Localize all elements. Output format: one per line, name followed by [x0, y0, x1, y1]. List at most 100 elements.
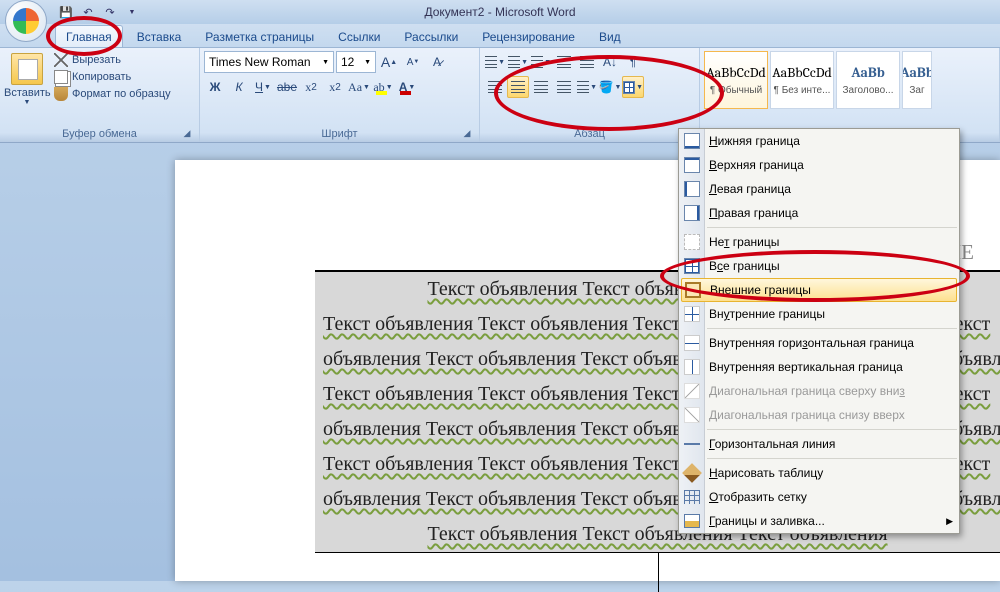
redo-icon[interactable]: ↷ — [102, 4, 118, 20]
tab-mailings[interactable]: Рассылки — [394, 26, 468, 47]
underline-button[interactable]: Ч▼ — [252, 76, 274, 98]
italic-button[interactable]: К — [228, 76, 250, 98]
line-spacing-icon — [577, 81, 589, 93]
hline-icon — [684, 443, 700, 445]
align-left-button[interactable] — [484, 76, 506, 98]
menu-horizontal-line[interactable]: Горизонтальная линия — [679, 432, 959, 456]
style-heading2[interactable]: AaBbЗаг — [902, 51, 932, 109]
menu-border-none[interactable]: Нет границы — [679, 230, 959, 254]
borders-button[interactable]: ▼ — [622, 76, 644, 98]
justify-icon — [557, 81, 571, 93]
subscript-button[interactable]: x2 — [300, 76, 322, 98]
undo-icon[interactable]: ↶ — [80, 4, 96, 20]
multilevel-icon — [531, 56, 543, 68]
menu-border-left[interactable]: Левая граница — [679, 177, 959, 201]
decrease-indent-button[interactable] — [553, 51, 575, 73]
align-right-icon — [534, 81, 548, 93]
menu-border-inside[interactable]: Внутренние границы — [679, 302, 959, 326]
office-logo-icon — [13, 8, 39, 34]
bullets-button[interactable]: ▼ — [484, 51, 506, 73]
cut-icon — [54, 53, 68, 67]
ribbon-tabs: Главная Вставка Разметка страницы Ссылки… — [0, 24, 1000, 48]
show-marks-button[interactable]: ¶ — [622, 51, 644, 73]
menu-border-all[interactable]: Все границы — [679, 254, 959, 278]
numbering-icon — [508, 56, 520, 68]
menu-view-gridlines[interactable]: Отобразить сетку — [679, 485, 959, 509]
pencil-icon — [682, 463, 702, 483]
style-no-spacing[interactable]: AaBbCcDd¶ Без инте... — [770, 51, 834, 109]
menu-separator — [707, 458, 957, 459]
border-outside-icon — [685, 282, 701, 298]
border-inside-v-icon — [684, 359, 700, 375]
group-paragraph: ▼ ▼ ▼ A↓ ¶ ▼ 🪣▼ ▼ Абзац◢ — [480, 48, 700, 142]
tab-review[interactable]: Рецензирование — [472, 26, 585, 47]
border-all-icon — [684, 258, 700, 274]
brush-icon — [54, 87, 68, 101]
qat-customize-icon[interactable]: ▼ — [124, 4, 140, 20]
strikethrough-button[interactable]: abe — [276, 76, 298, 98]
align-left-icon — [488, 81, 502, 93]
change-case-button[interactable]: Aa▼ — [348, 76, 370, 98]
menu-border-inside-h[interactable]: Внутренняя горизонтальная граница — [679, 331, 959, 355]
align-center-button[interactable] — [507, 76, 529, 98]
save-icon[interactable]: 💾 — [58, 4, 74, 20]
tab-insert[interactable]: Вставка — [127, 26, 192, 47]
increase-indent-button[interactable] — [576, 51, 598, 73]
highlight-button[interactable]: ab▼ — [372, 76, 394, 98]
group-label-font: Шрифт◢ — [204, 126, 475, 142]
group-label-clipboard: Буфер обмена◢ — [4, 126, 195, 142]
copy-icon — [54, 70, 68, 84]
border-diag-down-icon — [684, 383, 700, 399]
border-top-icon — [684, 157, 700, 173]
font-color-button[interactable]: A▼ — [396, 76, 418, 98]
grow-font-button[interactable]: A▲ — [378, 51, 400, 73]
submenu-arrow-icon: ▶ — [946, 516, 953, 527]
tab-view[interactable]: Вид — [589, 26, 631, 47]
font-name-combo[interactable]: Times New Roman▼ — [204, 51, 334, 73]
sort-button[interactable]: A↓ — [599, 51, 621, 73]
clear-formatting-button[interactable]: A̷ — [426, 51, 448, 73]
cut-button[interactable]: Вырезать — [54, 53, 171, 67]
justify-button[interactable] — [553, 76, 575, 98]
line-spacing-button[interactable]: ▼ — [576, 76, 598, 98]
indent-icon — [580, 56, 594, 68]
borders-shading-icon — [684, 514, 700, 528]
font-dialog-launcher[interactable]: ◢ — [461, 128, 473, 140]
office-button[interactable] — [5, 0, 47, 42]
tab-home[interactable]: Главная — [55, 25, 123, 47]
bold-button[interactable]: Ж — [204, 76, 226, 98]
menu-separator — [707, 328, 957, 329]
tab-page-layout[interactable]: Разметка страницы — [195, 26, 324, 47]
title-bar: 💾 ↶ ↷ ▼ Документ2 - Microsoft Word — [0, 0, 1000, 24]
superscript-button[interactable]: x2 — [324, 76, 346, 98]
menu-border-right[interactable]: Правая граница — [679, 201, 959, 225]
menu-border-outside[interactable]: Внешние границы — [681, 278, 957, 302]
style-normal[interactable]: AaBbCcDd¶ Обычный — [704, 51, 768, 109]
menu-border-bottom[interactable]: Нижняя граница — [679, 129, 959, 153]
border-inside-icon — [684, 306, 700, 322]
menu-draw-table[interactable]: Нарисовать таблицу — [679, 461, 959, 485]
shading-button[interactable]: 🪣▼ — [599, 76, 621, 98]
grid-icon — [684, 490, 700, 504]
clipboard-dialog-launcher[interactable]: ◢ — [181, 128, 193, 140]
shrink-font-button[interactable]: A▼ — [402, 51, 424, 73]
border-diag-up-icon — [684, 407, 700, 423]
menu-separator — [707, 227, 957, 228]
copy-button[interactable]: Копировать — [54, 70, 171, 84]
font-size-combo[interactable]: 12▼ — [336, 51, 376, 73]
menu-border-diag-up: Диагональная граница снизу вверх — [679, 403, 959, 427]
menu-border-top[interactable]: Верхняя граница — [679, 153, 959, 177]
menu-border-diag-down: Диагональная граница сверху вниз — [679, 379, 959, 403]
style-heading1[interactable]: AaBbЗаголово... — [836, 51, 900, 109]
window-title: Документ2 - Microsoft Word — [424, 5, 575, 19]
tab-references[interactable]: Ссылки — [328, 26, 390, 47]
multilevel-list-button[interactable]: ▼ — [530, 51, 552, 73]
table-footer-row — [315, 552, 1000, 592]
align-right-button[interactable] — [530, 76, 552, 98]
menu-borders-and-shading[interactable]: Границы и заливка...▶ — [679, 509, 959, 533]
paste-icon — [11, 53, 43, 85]
format-painter-button[interactable]: Формат по образцу — [54, 87, 171, 101]
numbering-button[interactable]: ▼ — [507, 51, 529, 73]
menu-border-inside-v[interactable]: Внутренняя вертикальная граница — [679, 355, 959, 379]
paste-button[interactable]: Вставить ▼ — [4, 51, 50, 106]
